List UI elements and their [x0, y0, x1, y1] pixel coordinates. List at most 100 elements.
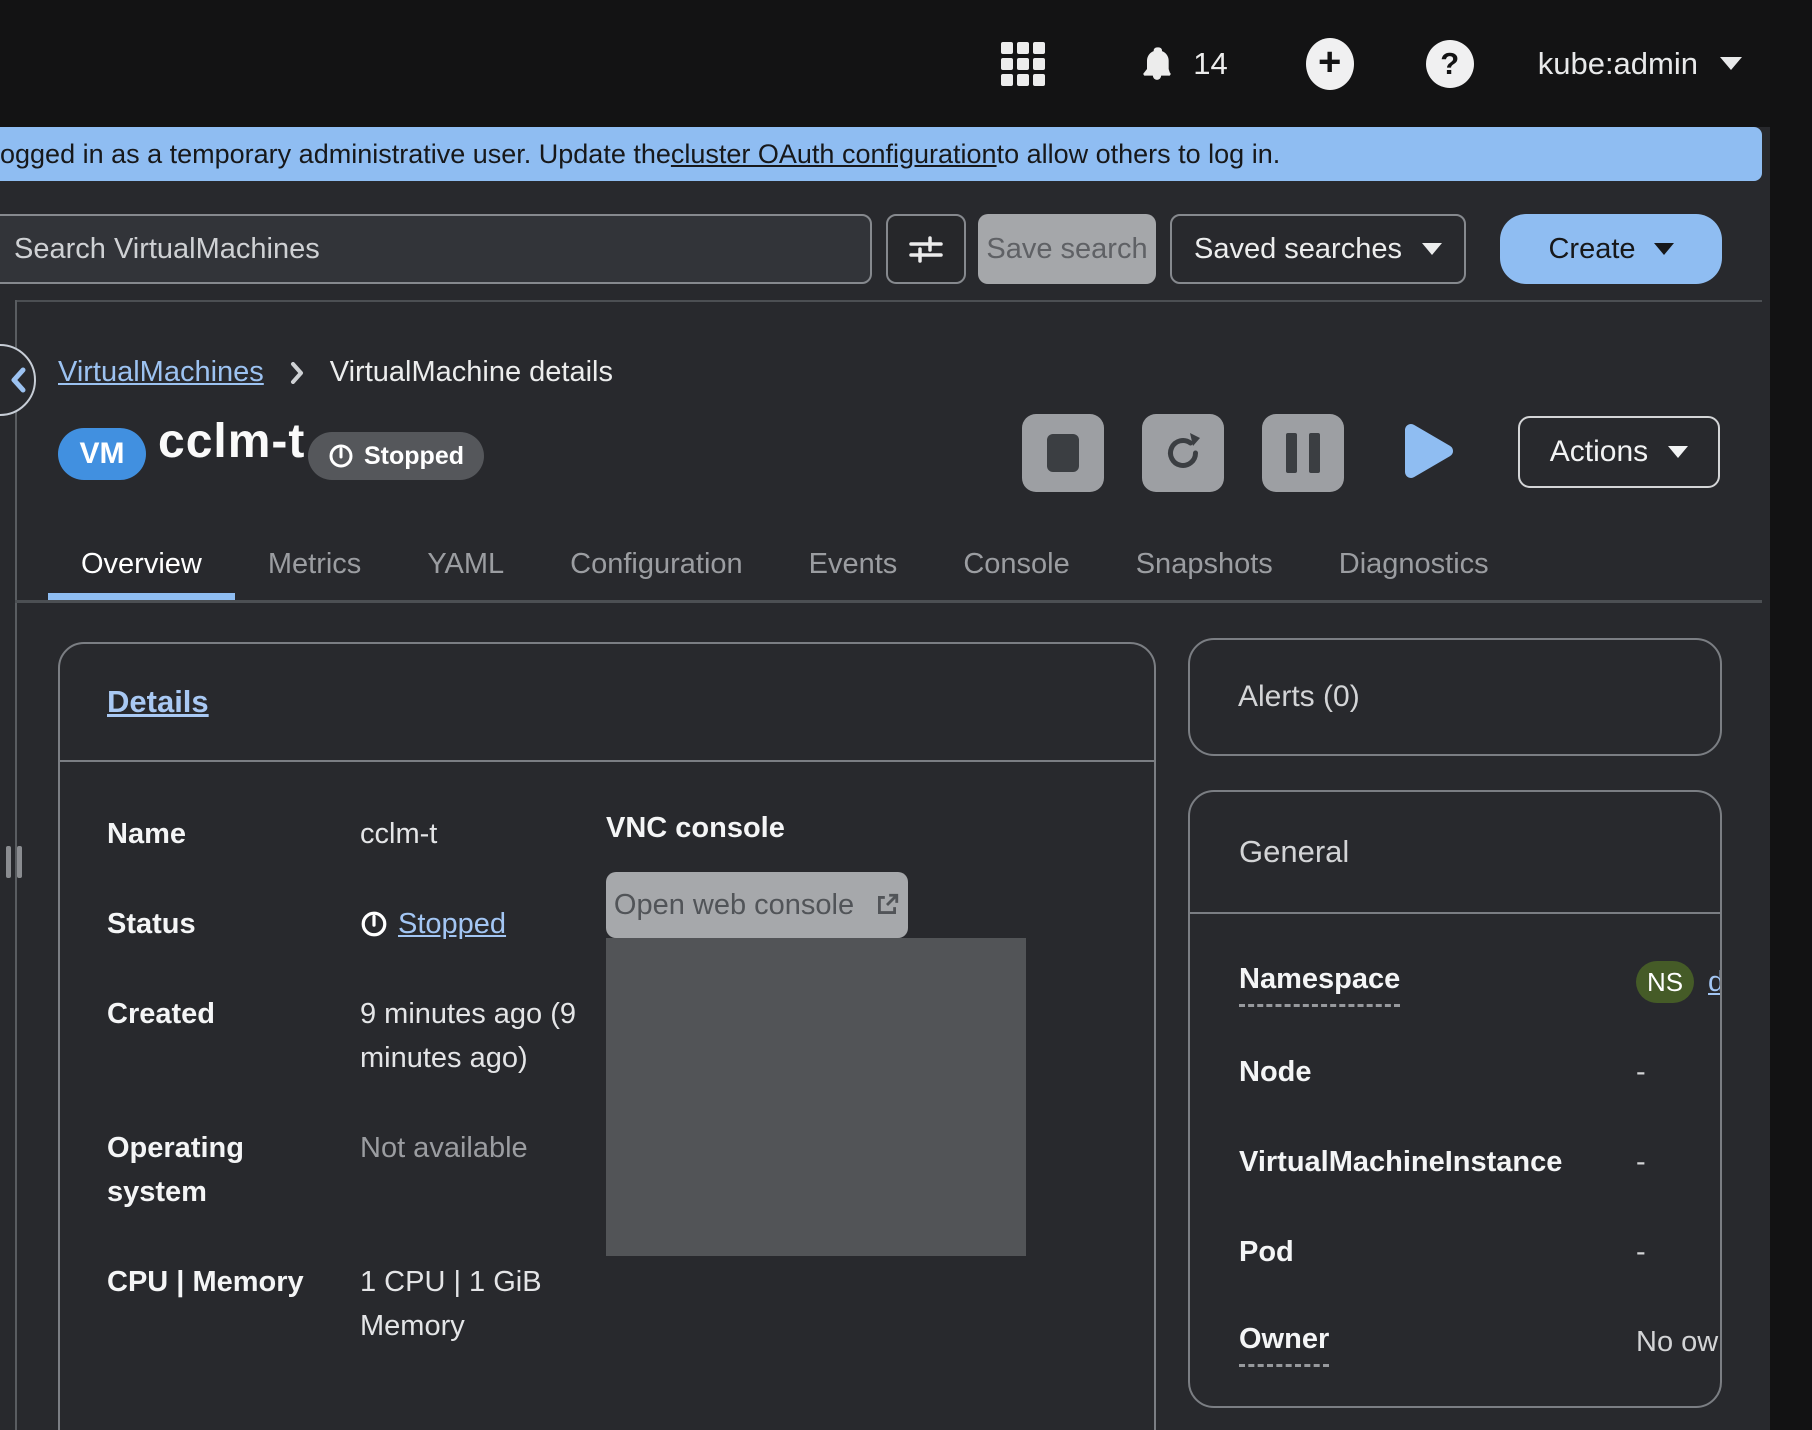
general-label-namespace: Namespace	[1239, 960, 1400, 1007]
app-launcher-button[interactable]	[1001, 42, 1045, 86]
general-label-node: Node	[1239, 1050, 1312, 1094]
vm-tabs: Overview Metrics YAML Configuration Even…	[15, 528, 1762, 603]
play-icon	[1402, 420, 1456, 482]
stop-icon	[1047, 434, 1079, 472]
details-link[interactable]: Details	[107, 684, 209, 720]
detail-label: Created	[107, 992, 307, 1080]
banner-text-before: ogged in as a temporary administrative u…	[0, 139, 671, 170]
tab-overview[interactable]: Overview	[48, 528, 235, 600]
tab-yaml[interactable]: YAML	[394, 528, 537, 600]
bell-icon	[1137, 44, 1177, 84]
general-row-owner: Owner No owner	[1239, 1320, 1720, 1408]
panel-resize-handle[interactable]	[6, 846, 22, 878]
general-row-namespace: Namespace NS defau	[1239, 960, 1720, 1050]
collapse-panel-button[interactable]	[0, 344, 36, 416]
general-row-vmi: VirtualMachineInstance -	[1239, 1140, 1720, 1230]
restart-icon	[1161, 431, 1205, 475]
tab-snapshots[interactable]: Snapshots	[1103, 528, 1306, 600]
vm-status-badge[interactable]: Stopped	[308, 432, 484, 480]
general-card-body: Namespace NS defau Node - VirtualMachine…	[1190, 914, 1720, 1408]
tab-configuration[interactable]: Configuration	[537, 528, 776, 600]
advanced-filters-button[interactable]	[886, 214, 966, 284]
window-edge	[1770, 0, 1812, 1430]
plus-circle-icon: +	[1306, 38, 1354, 90]
tab-console[interactable]: Console	[930, 528, 1102, 600]
detail-label: Name	[107, 812, 307, 856]
detail-value: 9 minutes ago (9 minutes ago)	[360, 992, 582, 1080]
detail-value: Not available	[360, 1126, 582, 1214]
chevron-right-icon	[290, 362, 304, 384]
detail-value: 1 CPU | 1 GiB Memory	[360, 1260, 582, 1348]
breadcrumb-current: VirtualMachine details	[330, 356, 613, 389]
pause-vm-button[interactable]	[1262, 414, 1344, 492]
detail-value: Stopped	[360, 902, 582, 946]
stop-vm-button[interactable]	[1022, 414, 1104, 492]
create-label: Create	[1548, 233, 1635, 266]
alerts-heading: Alerts (0)	[1238, 680, 1360, 714]
vnc-console-preview	[606, 938, 1026, 1256]
open-web-console-button[interactable]: Open web console	[606, 872, 908, 938]
oauth-configuration-link[interactable]: cluster OAuth configuration	[671, 139, 997, 170]
detail-row-cpu-memory: CPU | Memory 1 CPU | 1 GiB Memory	[107, 1260, 1154, 1348]
general-label-owner: Owner	[1239, 1320, 1329, 1367]
caret-down-icon	[1654, 243, 1674, 255]
general-value-owner: No owner	[1636, 1320, 1722, 1364]
general-row-pod: Pod -	[1239, 1230, 1720, 1320]
sliders-icon	[908, 234, 944, 264]
breadcrumb-virtualmachines-link[interactable]: VirtualMachines	[58, 356, 264, 389]
detail-label: CPU | Memory	[107, 1260, 307, 1348]
user-menu[interactable]: kube:admin	[1538, 46, 1742, 82]
pause-icon	[1286, 433, 1297, 473]
chevron-left-icon	[10, 367, 26, 393]
banner-text-after: to allow others to log in.	[997, 139, 1281, 170]
external-link-icon	[874, 892, 900, 918]
save-search-button[interactable]: Save search	[978, 214, 1156, 284]
actions-dropdown[interactable]: Actions	[1518, 416, 1720, 488]
namespace-link[interactable]: defau	[1708, 960, 1722, 1004]
general-value-namespace: NS defau	[1636, 960, 1722, 1004]
details-card: Details Name cclm-t Status Stopped Creat…	[58, 642, 1156, 1430]
notification-count: 14	[1193, 46, 1227, 82]
masthead: 14 + ? kube:admin	[0, 0, 1812, 127]
username: kube:admin	[1538, 46, 1698, 82]
quick-create-button[interactable]: +	[1306, 38, 1354, 90]
caret-down-icon	[1720, 57, 1742, 70]
vnc-console-heading: VNC console	[606, 812, 785, 845]
vm-details-page: 14 + ? kube:admin ogged in as a temporar…	[0, 0, 1812, 1430]
notifications-button[interactable]: 14	[1137, 44, 1227, 84]
general-card-header: General	[1190, 792, 1720, 914]
general-label-vmi: VirtualMachineInstance	[1239, 1140, 1562, 1184]
general-value-node: -	[1636, 1050, 1646, 1094]
namespace-badge: NS	[1636, 961, 1694, 1003]
caret-down-icon	[1422, 243, 1442, 255]
actions-label: Actions	[1550, 435, 1648, 469]
restart-vm-button[interactable]	[1142, 414, 1224, 492]
tab-metrics[interactable]: Metrics	[235, 528, 394, 600]
vm-kind-badge: VM	[58, 428, 146, 480]
detail-value: cclm-t	[360, 812, 582, 856]
caret-down-icon	[1668, 446, 1688, 458]
tab-events[interactable]: Events	[776, 528, 931, 600]
power-off-icon	[328, 443, 354, 469]
open-web-console-label: Open web console	[614, 889, 854, 922]
question-circle-icon: ?	[1426, 40, 1474, 88]
status-stopped-link[interactable]: Stopped	[398, 902, 506, 946]
detail-label: Status	[107, 902, 307, 946]
breadcrumb: VirtualMachines VirtualMachine details	[58, 356, 613, 389]
vm-status-label: Stopped	[364, 442, 464, 471]
help-button[interactable]: ?	[1426, 40, 1474, 88]
detail-label: Operating system	[107, 1126, 307, 1214]
create-button[interactable]: Create	[1500, 214, 1722, 284]
content-divider	[15, 300, 1762, 302]
tab-diagnostics[interactable]: Diagnostics	[1306, 528, 1522, 600]
general-card: General Namespace NS defau Node - Virtua…	[1188, 790, 1722, 1408]
login-info-banner: ogged in as a temporary administrative u…	[0, 127, 1762, 181]
general-value-vmi: -	[1636, 1140, 1646, 1184]
apps-grid-icon	[1001, 42, 1045, 86]
saved-searches-label: Saved searches	[1194, 233, 1402, 266]
start-vm-button[interactable]	[1402, 420, 1456, 485]
general-row-node: Node -	[1239, 1050, 1720, 1140]
search-input[interactable]	[0, 214, 872, 284]
saved-searches-dropdown[interactable]: Saved searches	[1170, 214, 1466, 284]
general-heading: General	[1239, 834, 1349, 870]
